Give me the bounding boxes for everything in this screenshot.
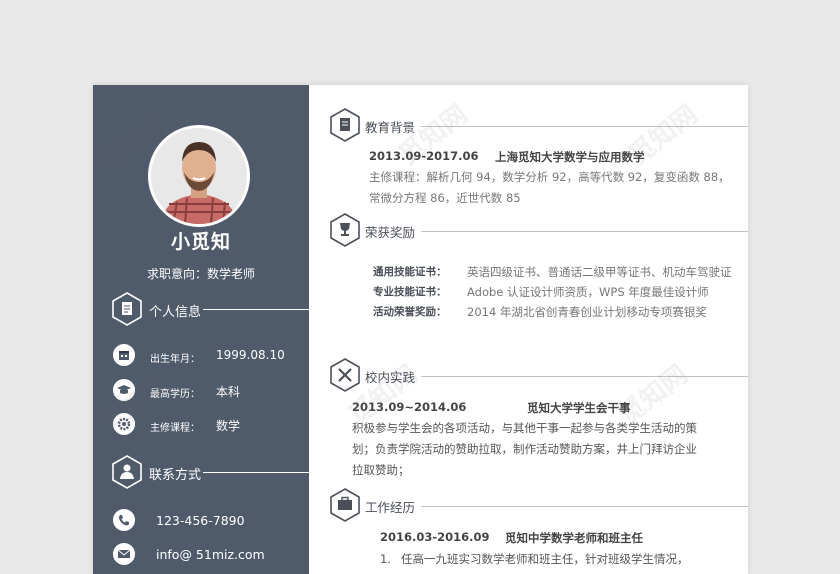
graduation-cap-icon: [113, 379, 135, 401]
award-label: 通用技能证书：: [373, 266, 447, 278]
phone-icon: [113, 509, 135, 531]
campus-role: 觅知大学学生会干事: [527, 401, 631, 415]
info-value: 本科: [216, 385, 241, 399]
campus-detail: 划；负责学院活动的赞助拉取，制作活动赞助方案，井上门拜访企业: [352, 442, 697, 456]
job-objective: 求职意向：数学老师: [146, 267, 255, 281]
calendar-icon: [113, 344, 135, 366]
document-icon: [112, 292, 142, 326]
contact-email: info@ 51miz.com: [113, 543, 303, 567]
divider: [421, 376, 748, 377]
briefcase-icon: [330, 488, 360, 522]
campus-date: 2013.09~2014.06: [352, 400, 467, 414]
work-role: 觅知中学数学老师和班主任: [505, 531, 643, 545]
email-address: info@ 51miz.com: [156, 547, 265, 562]
divider: [421, 506, 748, 507]
education-header: 教育背景: [329, 108, 748, 142]
info-label: 最高学历：: [150, 389, 200, 400]
divider: [203, 472, 309, 473]
awards-header: 荣获奖励: [329, 213, 748, 247]
section-title: 校内实践: [365, 370, 416, 385]
contact-phone: 123-456-7890: [113, 509, 303, 533]
main-content: 教育背景 2013.09-2017.06 上海觅知大学数学与应用数学 主修课程：…: [309, 85, 748, 574]
section-title: 工作经历: [365, 500, 416, 515]
info-row-major: 主修课程： 数学: [113, 413, 303, 437]
phone-number: 123-456-7890: [156, 513, 245, 528]
resume-page: 小觅知 求职意向：数学老师 个人信息 出生年月： 1999.08.10 最高学历…: [93, 85, 748, 574]
user-icon: [112, 455, 142, 489]
section-title: 个人信息: [149, 305, 202, 320]
award-value: 英语四级证书、普通话二级甲等证书、机动车驾驶证: [467, 265, 732, 279]
award-value: Adobe 认证设计师资质，WPS 年度最佳设计师: [467, 285, 709, 299]
trophy-icon: [330, 213, 360, 247]
document-icon: [330, 108, 360, 142]
info-row-birth: 出生年月： 1999.08.10: [113, 344, 303, 368]
info-label: 出生年月：: [150, 354, 200, 365]
gear-icon: [113, 413, 135, 435]
tools-icon: [330, 358, 360, 392]
section-title: 荣获奖励: [365, 225, 416, 240]
section-title: 联系方式: [149, 468, 202, 483]
personal-info-header: 个人信息: [111, 292, 309, 326]
sidebar: 小觅知 求职意向：数学老师 个人信息 出生年月： 1999.08.10 最高学历…: [93, 85, 309, 574]
divider: [203, 309, 309, 310]
contact-header: 联系方式: [111, 455, 309, 489]
education-detail: 主修课程：解析几何 94，数学分析 92，高等代数 92，复变函数 88，: [369, 170, 730, 184]
info-label: 主修课程：: [150, 423, 200, 434]
campus-detail: 拉取赞助；: [352, 463, 410, 477]
divider: [421, 231, 748, 232]
award-value: 2014 年湖北省创青春创业计划移动专项赛银奖: [467, 305, 707, 319]
info-value: 数学: [216, 419, 241, 433]
work-detail: 任高一九班实习数学老师和班主任，针对班级学生情况，: [401, 552, 689, 566]
work-date: 2016.03-2016.09: [380, 530, 490, 544]
mail-icon: [113, 543, 135, 565]
education-date: 2013.09-2017.06: [369, 149, 479, 163]
campus-detail: 积极参与学生会的各项活动，与其他干事一起参与各类学生活动的策: [352, 421, 697, 435]
info-value: 1999.08.10: [216, 348, 285, 362]
campus-header: 校内实践: [329, 358, 748, 392]
divider: [421, 126, 748, 127]
work-header: 工作经历: [329, 488, 748, 522]
avatar: [148, 125, 250, 227]
award-label: 活动荣誉奖励：: [373, 306, 447, 318]
section-title: 教育背景: [365, 120, 416, 135]
education-school: 上海觅知大学数学与应用数学: [495, 150, 645, 164]
education-detail: 常微分方程 86，近世代数 85: [369, 191, 521, 205]
award-label: 专业技能证书：: [373, 286, 447, 298]
candidate-name: 小觅知: [170, 231, 231, 253]
work-item-number: 1.: [380, 552, 391, 566]
info-row-education: 最高学历： 本科: [113, 379, 303, 403]
